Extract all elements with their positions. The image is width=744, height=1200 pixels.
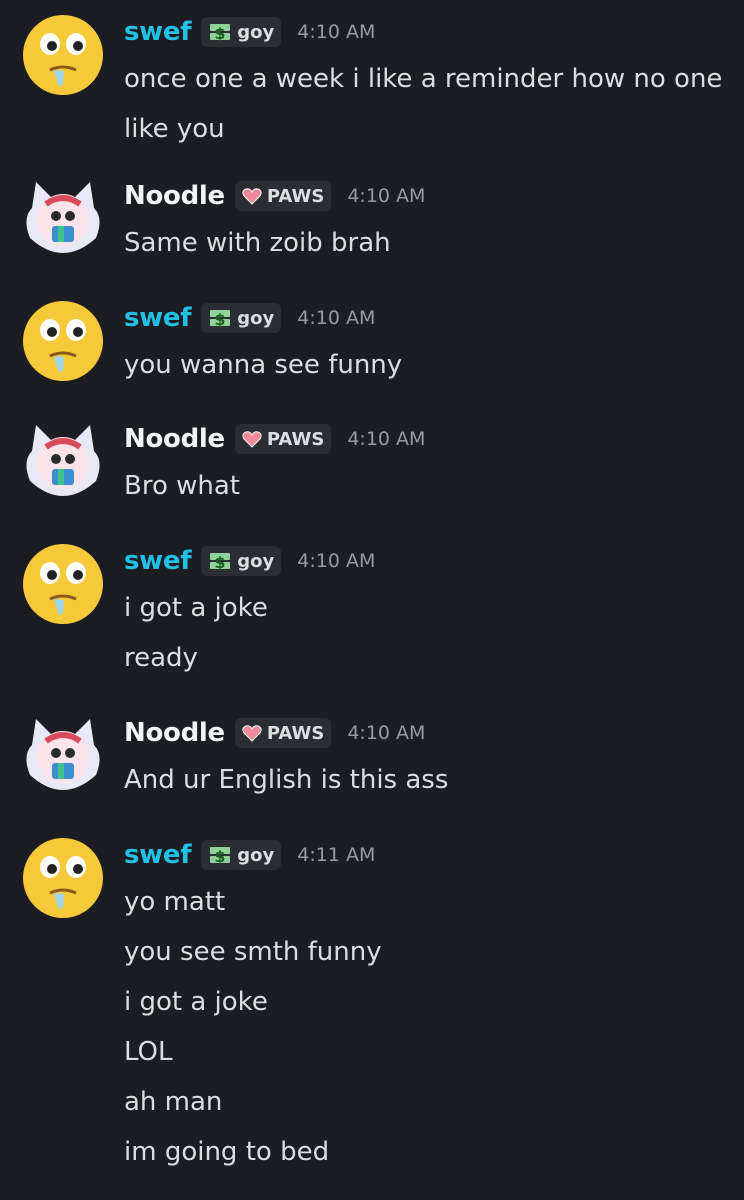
drooling-face-icon	[23, 15, 103, 95]
server-tag[interactable]: $ goy	[201, 546, 282, 576]
tag-label: PAWS	[266, 428, 325, 450]
message-header: swef $ goy 4:10 AM	[124, 10, 375, 54]
svg-text:$: $	[215, 553, 226, 571]
server-tag[interactable]: $ goy	[201, 17, 282, 47]
heart-icon	[242, 724, 262, 742]
heart-icon	[242, 430, 262, 448]
message-line: yo matt	[124, 887, 226, 917]
avatar[interactable]	[22, 14, 104, 96]
message-line: ah man	[124, 1087, 223, 1117]
cat-ears-icon	[26, 425, 100, 496]
avatar[interactable]	[22, 715, 104, 797]
message-line: i got a joke	[124, 593, 268, 623]
chat-log: swef $ goy 4:10 AM once one a week i lik…	[0, 0, 744, 1200]
message-header: swef $ goy 4:10 AM	[124, 539, 375, 583]
tag-label: goy	[237, 550, 275, 572]
server-tag[interactable]: PAWS	[234, 424, 332, 454]
username[interactable]: swef	[124, 840, 192, 870]
avatar[interactable]	[22, 178, 104, 260]
message-header: Noodle PAWS 4:10 AM	[124, 174, 425, 218]
username[interactable]: swef	[124, 17, 192, 47]
message-header: Noodle PAWS 4:10 AM	[124, 711, 425, 755]
message-line: you see smth funny	[124, 937, 382, 967]
message-header: swef $ goy 4:11 AM	[124, 833, 375, 877]
message-line: ready	[124, 643, 198, 673]
svg-text:$: $	[215, 847, 226, 865]
timestamp: 4:10 AM	[297, 307, 376, 329]
avatar[interactable]	[22, 300, 104, 382]
server-tag[interactable]: PAWS	[234, 718, 332, 748]
tag-label: PAWS	[266, 722, 325, 744]
timestamp: 4:10 AM	[347, 185, 426, 207]
timestamp: 4:10 AM	[297, 550, 376, 572]
tag-label: goy	[237, 844, 275, 866]
timestamp: 4:10 AM	[297, 21, 376, 43]
avatar[interactable]	[22, 837, 104, 919]
tag-label: goy	[237, 21, 275, 43]
drooling-face-icon	[23, 301, 103, 381]
message-line: im going to bed	[124, 1137, 330, 1167]
tag-label: PAWS	[266, 185, 325, 207]
dollar-bills-icon: $	[208, 551, 232, 571]
message-line: i got a joke	[124, 987, 268, 1017]
cat-ears-icon	[26, 182, 100, 253]
message-line: once one a week i like a reminder how no…	[124, 64, 723, 94]
drooling-face-icon	[23, 838, 103, 918]
username[interactable]: swef	[124, 546, 192, 576]
avatar[interactable]	[22, 543, 104, 625]
server-tag[interactable]: $ goy	[201, 840, 282, 870]
message-line: Bro what	[124, 471, 240, 501]
username[interactable]: Noodle	[124, 181, 225, 211]
timestamp: 4:10 AM	[347, 722, 426, 744]
timestamp: 4:11 AM	[297, 844, 376, 866]
heart-icon	[242, 187, 262, 205]
message-line: you wanna see funny	[124, 350, 403, 380]
dollar-bills-icon: $	[208, 308, 232, 328]
message-line: Same with zoib brah	[124, 228, 391, 258]
dollar-bills-icon: $	[208, 845, 232, 865]
message-header: Noodle PAWS 4:10 AM	[124, 417, 425, 461]
dollar-bills-icon: $	[208, 22, 232, 42]
username[interactable]: swef	[124, 303, 192, 333]
server-tag[interactable]: PAWS	[234, 181, 332, 211]
username[interactable]: Noodle	[124, 424, 225, 454]
cat-ears-icon	[26, 719, 100, 790]
drooling-face-icon	[23, 544, 103, 624]
tag-label: goy	[237, 307, 275, 329]
svg-text:$: $	[215, 24, 226, 42]
message-header: swef $ goy 4:10 AM	[124, 296, 375, 340]
message-line: And ur English is this ass	[124, 765, 449, 795]
message-line: LOL	[124, 1037, 173, 1067]
username[interactable]: Noodle	[124, 718, 225, 748]
timestamp: 4:10 AM	[347, 428, 426, 450]
avatar[interactable]	[22, 421, 104, 503]
server-tag[interactable]: $ goy	[201, 303, 282, 333]
message-line: like you	[124, 114, 225, 144]
svg-text:$: $	[215, 310, 226, 328]
